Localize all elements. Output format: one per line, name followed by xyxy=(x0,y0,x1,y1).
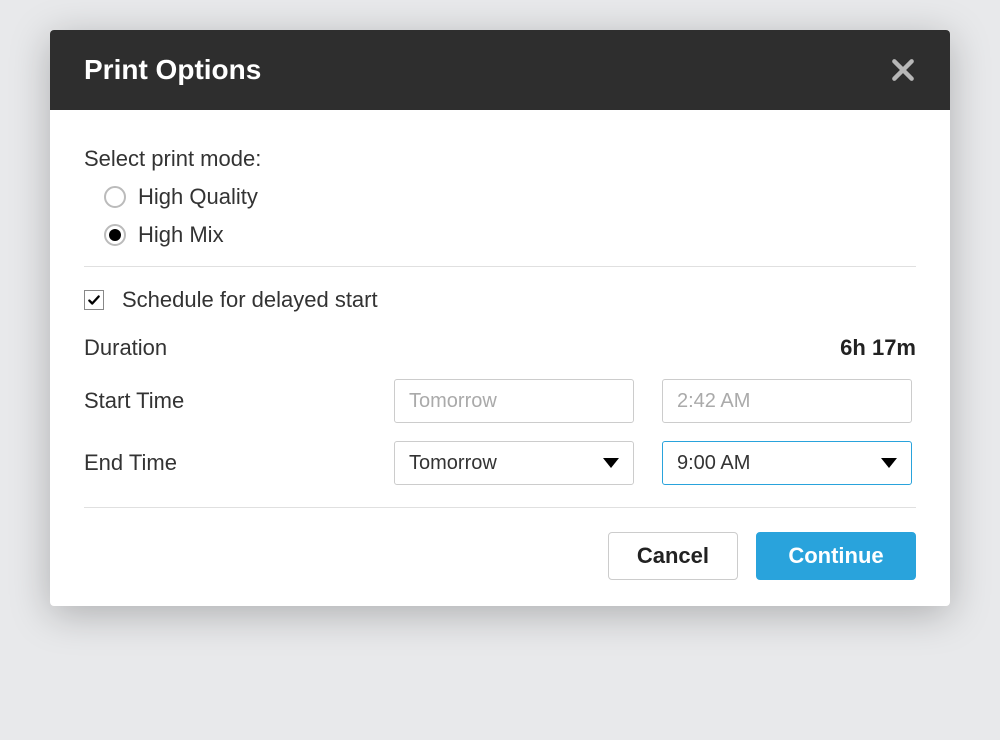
start-time-field: 2:42 AM xyxy=(662,379,912,423)
radio-icon xyxy=(104,186,126,208)
radio-label-high-quality: High Quality xyxy=(138,184,258,210)
start-time-label: Start Time xyxy=(84,388,394,414)
radio-high-mix[interactable]: High Mix xyxy=(104,222,916,248)
check-icon xyxy=(87,293,101,307)
divider xyxy=(84,266,916,267)
print-options-dialog: Print Options Select print mode: High Qu… xyxy=(50,30,950,606)
radio-icon xyxy=(104,224,126,246)
duration-label: Duration xyxy=(84,335,394,361)
end-date-value: Tomorrow xyxy=(409,452,497,475)
schedule-checkbox-label: Schedule for delayed start xyxy=(122,287,378,313)
close-icon[interactable] xyxy=(890,57,916,83)
mode-label: Select print mode: xyxy=(84,146,916,172)
dialog-body: Select print mode: High Quality High Mix… xyxy=(50,110,950,606)
end-time-select[interactable]: 9:00 AM xyxy=(662,441,912,485)
start-time-value: 2:42 AM xyxy=(677,390,750,413)
cancel-button[interactable]: Cancel xyxy=(608,532,738,580)
end-date-select[interactable]: Tomorrow xyxy=(394,441,634,485)
schedule-checkbox[interactable] xyxy=(84,290,104,310)
start-time-row: Start Time Tomorrow 2:42 AM xyxy=(84,379,916,423)
divider xyxy=(84,507,916,508)
dialog-title: Print Options xyxy=(84,54,261,86)
continue-button[interactable]: Continue xyxy=(756,532,916,580)
chevron-down-icon xyxy=(881,458,897,468)
radio-high-quality[interactable]: High Quality xyxy=(104,184,916,210)
radio-label-high-mix: High Mix xyxy=(138,222,224,248)
dialog-footer: Cancel Continue xyxy=(84,532,916,580)
cancel-button-label: Cancel xyxy=(637,543,709,569)
start-date-field: Tomorrow xyxy=(394,379,634,423)
continue-button-label: Continue xyxy=(788,543,883,569)
dialog-header: Print Options xyxy=(50,30,950,110)
start-date-value: Tomorrow xyxy=(409,390,497,413)
end-time-row: End Time Tomorrow 9:00 AM xyxy=(84,441,916,485)
end-time-value: 9:00 AM xyxy=(677,452,750,475)
end-time-label: End Time xyxy=(84,450,394,476)
duration-value: 6h 17m xyxy=(840,335,916,361)
chevron-down-icon xyxy=(603,458,619,468)
schedule-checkbox-row: Schedule for delayed start xyxy=(84,287,916,313)
duration-row: Duration 6h 17m xyxy=(84,335,916,361)
